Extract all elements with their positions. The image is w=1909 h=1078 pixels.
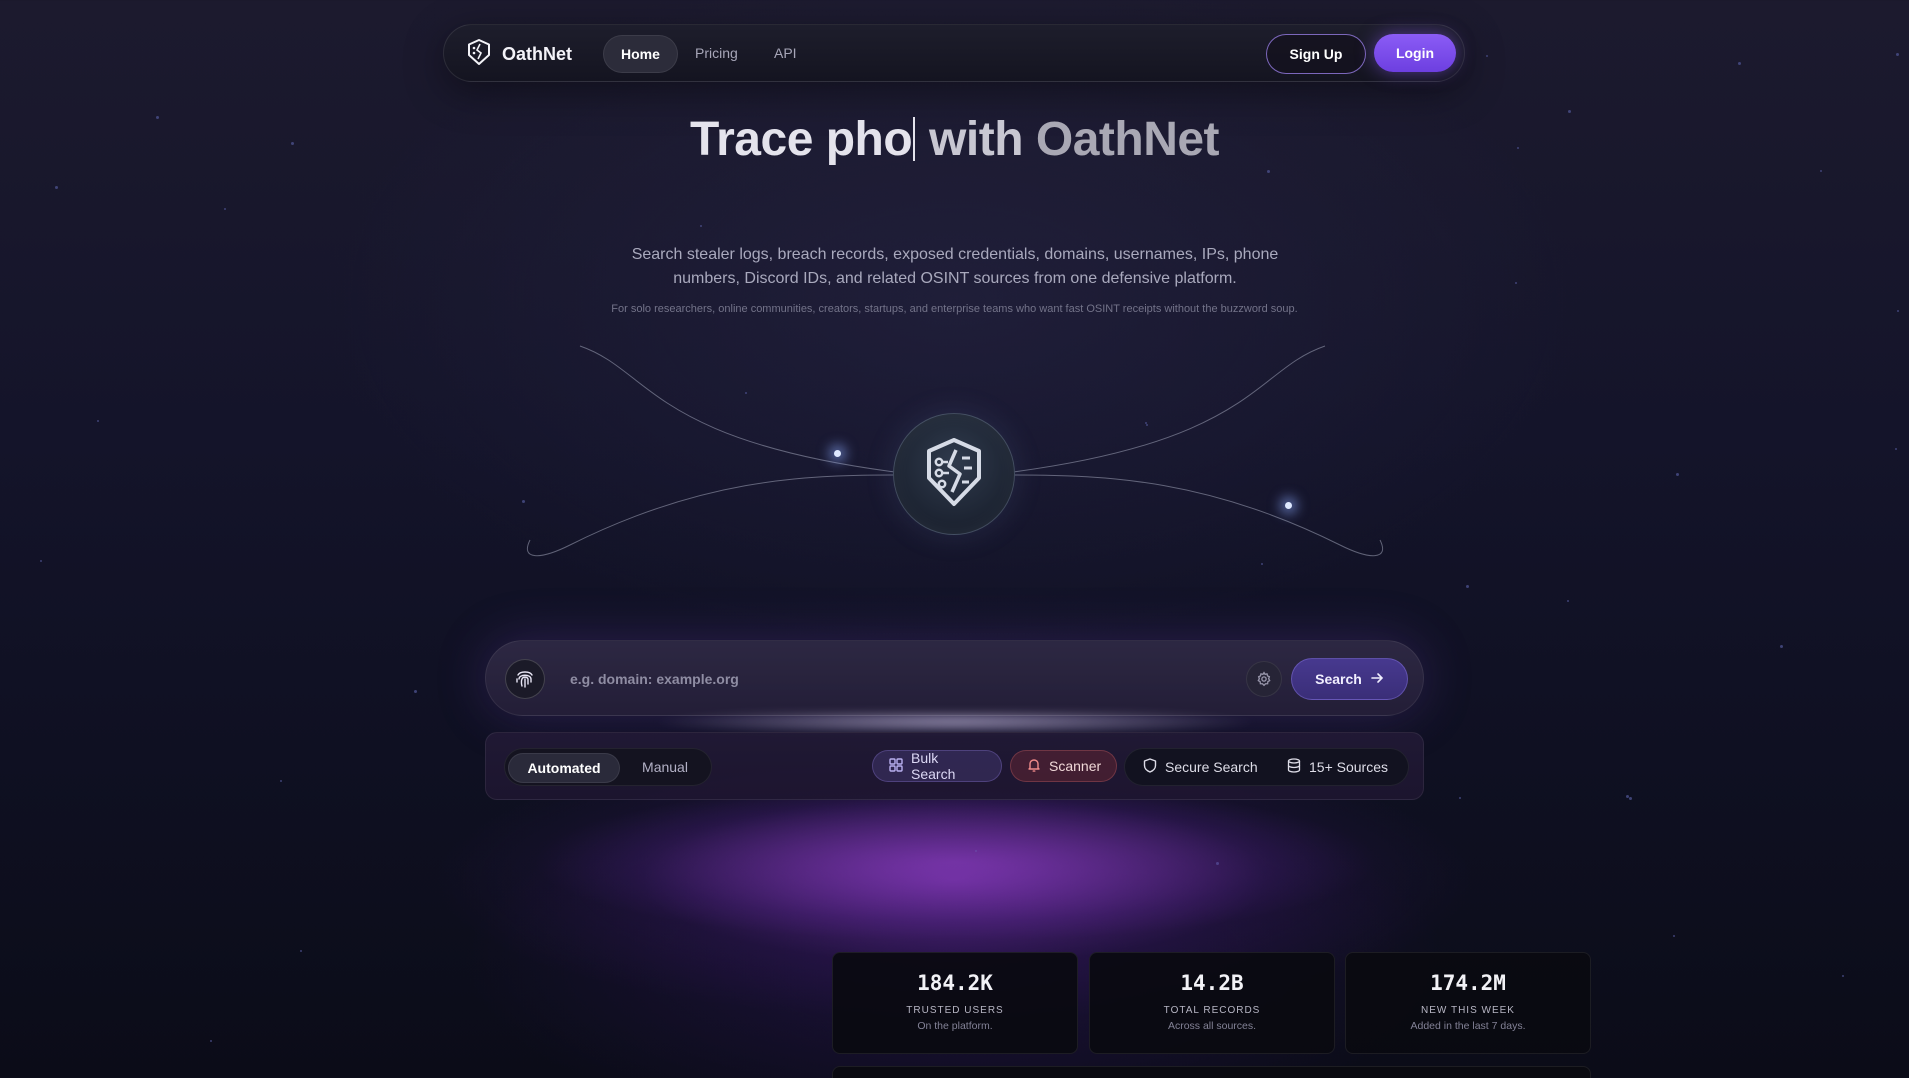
brand-name: OathNet (502, 44, 573, 64)
login-button[interactable]: Login (1374, 34, 1456, 72)
search-bar: Search (485, 640, 1424, 716)
next-card-peek (832, 1066, 1591, 1078)
stat-card-new-this-week: 174.2M NEW THIS WEEK Added in the last 7… (1345, 952, 1591, 1054)
glow-dot (1285, 502, 1292, 509)
sign-up-button[interactable]: Sign Up (1266, 34, 1366, 74)
bulk-search-button[interactable]: Bulk Search (872, 750, 1002, 782)
search-input[interactable] (568, 661, 1232, 697)
nav-link-api[interactable]: API (774, 35, 797, 71)
hero-title-typed: Trace pho (689, 113, 913, 166)
sources-label: 15+ Sources (1309, 759, 1388, 775)
nav-link-pricing[interactable]: Pricing (695, 35, 738, 71)
center-orb (893, 413, 1015, 535)
mode-automated-button[interactable]: Automated (508, 753, 620, 783)
grid-icon (889, 757, 903, 775)
scanner-button[interactable]: Scanner (1010, 750, 1117, 782)
stat-description: Across all sources. (1167, 1020, 1257, 1032)
stat-description: On the platform. (917, 1020, 993, 1032)
hero-title: Trace pho with OathNet (0, 112, 1909, 167)
stat-card-trusted-users: 184.2K TRUSTED USERS On the platform. (832, 952, 1078, 1054)
stat-value: 174.2M (1430, 971, 1506, 995)
mode-toggle: Automated Manual (504, 748, 712, 786)
stat-card-total-records: 14.2B TOTAL RECORDS Across all sources. (1089, 952, 1335, 1054)
oathnet-logo-icon (466, 38, 492, 71)
feature-badges: Secure Search 15+ Sources (1124, 748, 1409, 786)
secure-search-label: Secure Search (1165, 759, 1258, 775)
stat-label: NEW THIS WEEK (1421, 1005, 1515, 1016)
search-button-label: Search (1315, 671, 1362, 687)
bulk-search-label: Bulk Search (911, 750, 956, 782)
search-glow (520, 712, 1390, 732)
search-button[interactable]: Search (1291, 658, 1408, 700)
sources-badge: 15+ Sources (1287, 749, 1388, 785)
top-navbar: OathNet Home Pricing API Sign Up Login (443, 24, 1465, 82)
fingerprint-icon (505, 659, 545, 699)
search-settings-gear-icon[interactable] (1246, 661, 1282, 697)
search-toolbar: Automated Manual Bulk Search Scanner Sec… (485, 732, 1424, 800)
secure-search-badge: Secure Search (1143, 749, 1258, 785)
stat-label: TOTAL RECORDS (1163, 1005, 1261, 1016)
shield-icon (1143, 758, 1157, 776)
stat-description: Added in the last 7 days. (1410, 1020, 1526, 1032)
hero-title-with: with (929, 113, 1024, 166)
glow-backdrop (430, 790, 1480, 970)
hero-tagline: For solo researchers, online communities… (611, 303, 1298, 315)
arrow-right-icon (1370, 671, 1384, 688)
hero-subtitle: Search stealer logs, breach records, exp… (631, 246, 1279, 287)
glow-dot (834, 450, 841, 457)
stat-value: 14.2B (1180, 971, 1244, 995)
scanner-label: Scanner (1049, 758, 1102, 774)
bell-icon (1027, 758, 1041, 775)
mode-manual-button[interactable]: Manual (623, 753, 707, 781)
database-icon (1287, 758, 1301, 776)
typing-caret (913, 117, 916, 161)
stat-label: TRUSTED USERS (906, 1005, 1004, 1016)
hero-title-brand: OathNet (1035, 113, 1220, 166)
stat-value: 184.2K (917, 971, 993, 995)
shield-circuit-icon (922, 436, 986, 513)
nav-link-home[interactable]: Home (603, 35, 678, 73)
brand[interactable]: OathNet (466, 38, 572, 71)
